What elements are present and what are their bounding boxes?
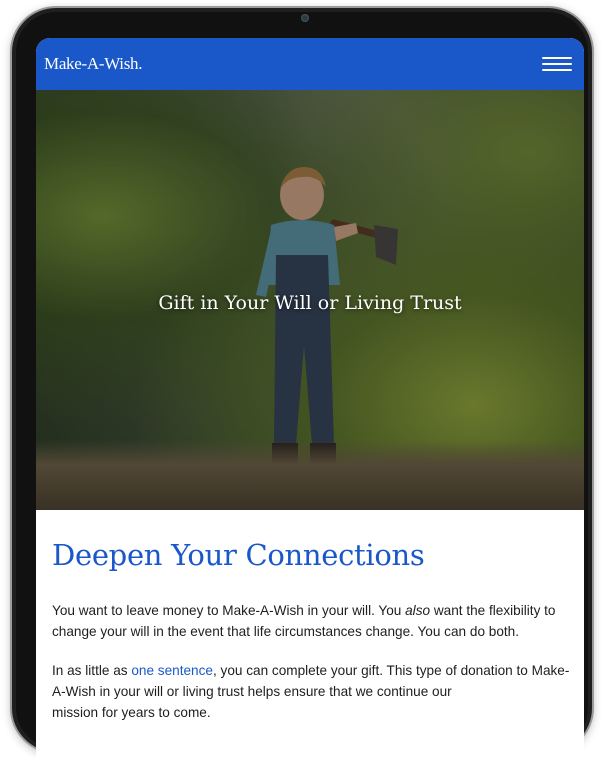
logo-text: Make-A-Wish. xyxy=(44,54,143,73)
hero-banner: Gift in Your Will or Living Trust xyxy=(36,90,584,510)
site-header: Make-A-Wish. xyxy=(36,38,584,90)
intro-text-1: You want to leave money to Make-A-Wish i… xyxy=(52,603,406,618)
hamburger-menu-icon[interactable] xyxy=(542,53,572,75)
intro-emphasis: also xyxy=(405,603,431,618)
gift-text-1: In as little as xyxy=(52,663,132,678)
tablet-frame: Make-A-Wish. Gift in Your Will or Living… xyxy=(12,8,592,758)
one-sentence-link[interactable]: one sentence xyxy=(131,663,213,678)
gift-text-cutoff: mission for years to come. xyxy=(52,705,211,720)
front-camera xyxy=(301,14,309,22)
browser-screen: Make-A-Wish. Gift in Your Will or Living… xyxy=(36,38,584,758)
main-content: Deepen Your Connections You want to leav… xyxy=(36,510,584,723)
hero-title: Gift in Your Will or Living Trust xyxy=(158,292,462,314)
gift-paragraph: In as little as one sentence, you can co… xyxy=(52,660,570,702)
intro-paragraph: You want to leave money to Make-A-Wish i… xyxy=(52,600,570,642)
make-a-wish-logo[interactable]: Make-A-Wish. xyxy=(44,54,142,74)
section-heading: Deepen Your Connections xyxy=(52,538,425,572)
